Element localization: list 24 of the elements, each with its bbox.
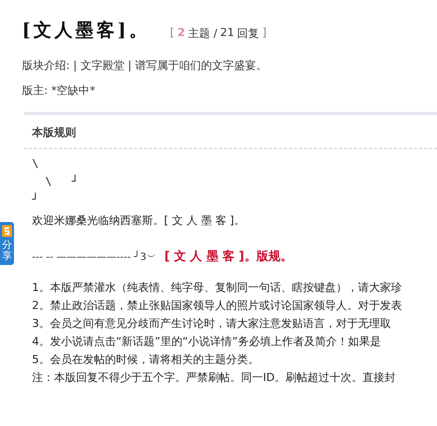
- ascii-art-line: ┘: [32, 192, 40, 208]
- ascii-art-line: \ ┘: [44, 174, 80, 190]
- reply-label: 回复: [237, 26, 260, 41]
- divider-text: --- -- ——————---- ╯3︶: [32, 250, 156, 264]
- welcome-text: 欢迎米娜桑光临纳西塞斯。[ 文 人 墨 客 ]。: [32, 213, 246, 228]
- bracket-text: ]: [262, 26, 266, 41]
- rules-title-text: [ 文 人 墨 客 ]。版规。: [164, 248, 292, 265]
- share-tab[interactable]: 分享: [0, 222, 14, 265]
- bracket-text: [: [170, 26, 174, 41]
- reply-count: 21: [220, 26, 234, 41]
- rule-item: 1。本版严禁灌水（纯表情、纯字母、复制同一句话、瞎按键盘），请大家珍: [32, 280, 403, 296]
- rule-item: 2。禁止政治话题，禁止张贴国家领导人的照片或讨论国家领导人。对于发表: [32, 298, 403, 314]
- forum-title: [文人墨客]。: [22, 19, 150, 42]
- topic-count: 2: [177, 26, 185, 41]
- rule-item: 4。发小说请点击“新话题”里的“小说详情”务必填上作者及简介！如果是: [32, 334, 382, 350]
- ascii-art-line: \: [32, 156, 40, 172]
- moderator-text: 版主: *空缺中*: [22, 83, 96, 98]
- rule-item: 3。会员之间有意见分歧而产生讨论时，请大家注意发贴语言，对于无理取: [32, 316, 392, 332]
- topic-label: 主题 /: [188, 26, 218, 41]
- rule-item: 5。会员在发帖的时候，请将相关的主题分类。: [32, 352, 260, 368]
- rules-heading: 本版规则: [24, 115, 437, 149]
- forum-intro: 版块介绍: | 文字殿堂 | 谱写属于咱们的文字盛宴。: [22, 58, 268, 73]
- share-logo-icon: [2, 225, 12, 237]
- rule-item: 注：本版回复不得少于五个字。严禁刷帖。同一ID。刷帖超过十次。直接封: [32, 370, 397, 386]
